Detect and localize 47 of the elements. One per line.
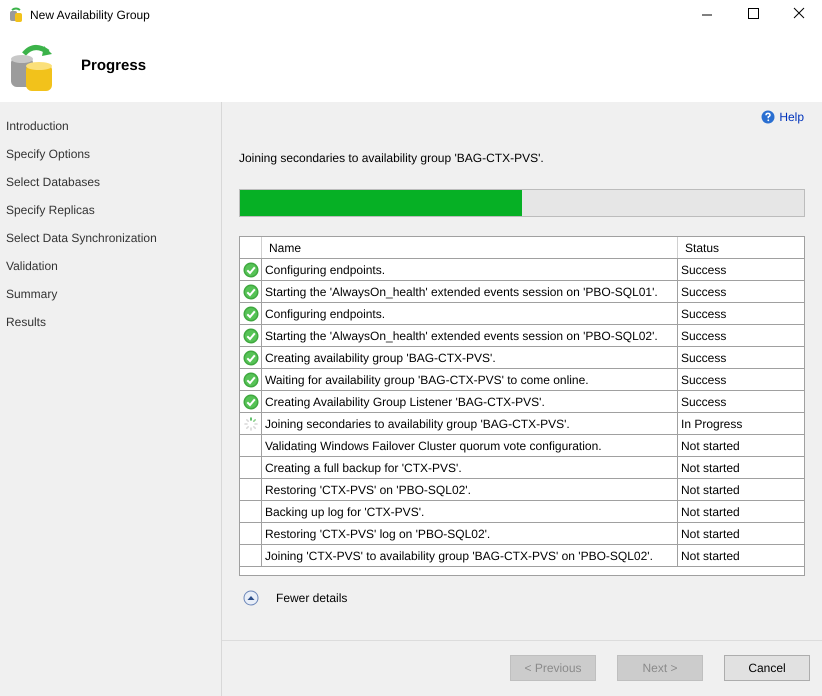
table-cell-text: Not started [680, 482, 741, 498]
table-cell-text: Not started [680, 504, 741, 520]
page-title: Progress [81, 56, 146, 76]
table-cell: Creating a full backup for 'CTX-PVS'. [262, 457, 678, 478]
table-cell-text: Not started [680, 526, 741, 542]
table-cell-text: Not started [680, 460, 741, 476]
table-cell-text: Success [680, 306, 728, 322]
wizard-button[interactable]: Cancel [724, 654, 810, 680]
sidebar-item[interactable]: Specify Replicas [0, 196, 221, 224]
sidebar-item[interactable]: Introduction [0, 112, 221, 140]
table-cell: Waiting for availability group 'BAG-CTX-PVS' to come online. [262, 369, 678, 390]
column-header[interactable]: Name [262, 237, 678, 258]
table-cell: Starting the 'AlwaysOn_health' extended events session on 'PBO-SQL02'. [262, 325, 678, 346]
table-cell-text: Success [680, 394, 728, 410]
table-cell: Configuring endpoints. [262, 303, 678, 324]
table-cell: Restoring 'CTX-PVS' on 'PBO-SQL02'. [262, 479, 678, 500]
sidebar-item[interactable]: Summary [0, 280, 221, 308]
sidebar-item[interactable]: Results [0, 308, 221, 336]
table-cell: Starting the 'AlwaysOn_health' extended events session on 'PBO-SQL01'. [262, 281, 678, 302]
table-cell: Validating Windows Failover Cluster quorum vote configuration. [262, 435, 678, 456]
table-cell: Joining secondaries to availability group 'BAG-CTX-PVS'. [262, 413, 678, 434]
table-cell-text: Success [680, 350, 728, 366]
table-cell-text: Success [680, 328, 728, 344]
table-cell: Creating availability group 'BAG-CTX-PVS'. [262, 347, 678, 368]
collapse-icon[interactable] [243, 590, 259, 606]
app-icon [9, 7, 25, 23]
sidebar-item[interactable]: Specify Options [0, 140, 221, 168]
column-header[interactable]: Status [678, 237, 804, 258]
help-icon [761, 110, 776, 124]
table-cell: Backing up log for 'CTX-PVS'. [262, 501, 678, 522]
table-cell-text: In Progress [680, 416, 744, 432]
table-cell: Restoring 'CTX-PVS' log on 'PBO-SQL02'. [262, 523, 678, 544]
table-cell: Configuring endpoints. [262, 259, 678, 280]
table-cell-text: Success [680, 372, 728, 388]
status-message: Joining secondaries to availability group 'BAG-CTX-PVS'. [239, 150, 545, 167]
table-cell: Joining 'CTX-PVS' to availability group 'BAG-CTX-PVS' on 'PBO-SQL02'. [262, 545, 678, 566]
table-cell: Creating Availability Group Listener 'BAG-CTX-PVS'. [262, 391, 678, 412]
sidebar-item[interactable]: Validation [0, 252, 221, 280]
fewer-details-link[interactable]: Fewer details [276, 589, 348, 607]
table-cell-text: Not started [680, 548, 741, 564]
sidebar-item[interactable]: Select Databases [0, 168, 221, 196]
table-cell-text: Success [680, 284, 728, 300]
table-cell-text: Success [680, 262, 728, 278]
sidebar-item[interactable]: Select Data Synchronization [0, 224, 221, 252]
help-link[interactable]: Help [761, 108, 804, 126]
table-cell-text: Not started [680, 438, 741, 454]
window-title: New Availability Group [30, 7, 150, 24]
